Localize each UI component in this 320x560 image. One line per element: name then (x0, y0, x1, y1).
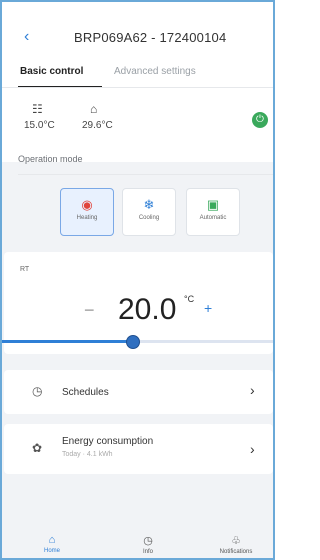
operation-mode-label: Operation mode (18, 154, 83, 164)
nav-info-label: Info (142, 549, 153, 555)
snowflake-icon: ❄ (143, 197, 155, 212)
tab-advanced-settings[interactable]: Advanced settings (114, 66, 196, 77)
home-icon: ⌂ (48, 534, 56, 546)
schedules-label: Schedules (62, 387, 109, 398)
house-icon: ⌂ (90, 102, 98, 116)
energy-consumption-label: Energy consumption (62, 436, 154, 447)
room-temperature-label: RT (20, 266, 30, 273)
bottom-navigation: ⌂ Home ◷ Info ♧ Notifications (2, 530, 273, 558)
mode-automatic-button[interactable]: ▣ Automatic (186, 188, 240, 236)
auto-mode-icon: ▣ (206, 197, 220, 212)
leaf-icon: ✿ (32, 441, 43, 455)
nav-home-label: Home (43, 548, 60, 554)
outdoor-temperature-value: 29.6°C (82, 120, 113, 131)
operation-mode-divider (18, 174, 273, 175)
schedules-row[interactable] (4, 370, 273, 414)
mode-automatic-label: Automatic (199, 215, 227, 221)
clock-icon: ◷ (32, 384, 43, 398)
power-icon: ⏻ (256, 114, 264, 125)
radiator-icon: ☷ (32, 102, 43, 116)
tab-divider (2, 87, 273, 88)
bell-icon: ♧ (231, 535, 241, 547)
app-window: ‹ BRP069A62 - 172400104 Basic control Ad… (0, 0, 275, 560)
nav-home[interactable]: ⌂ Home (22, 534, 82, 554)
nav-notifications-label: Notifications (219, 549, 253, 555)
increase-temperature-button[interactable]: + (204, 300, 212, 316)
back-chevron-icon[interactable]: ‹ (24, 28, 29, 46)
energy-consumption-sublabel: Today · 4.1 kWh (62, 451, 113, 458)
indoor-temperature-value: 15.0°C (24, 120, 55, 131)
indoor-temperature: ☷ 15.0°C (24, 102, 74, 131)
schedules-chevron-icon[interactable]: › (250, 382, 255, 398)
tab-bar: Basic control Advanced settings (2, 66, 273, 88)
top-panel: ‹ BRP069A62 - 172400104 Basic control Ad… (2, 2, 273, 162)
info-clock-icon: ◷ (143, 535, 153, 547)
setpoint-value: 20.0 (118, 293, 177, 326)
power-button[interactable]: ⏻ (252, 112, 268, 128)
mode-heating-button[interactable]: ◉ Heating (60, 188, 114, 236)
temperature-slider-fill (2, 340, 132, 343)
outdoor-temperature: ⌂ 29.6°C (82, 102, 132, 131)
nav-info[interactable]: ◷ Info (118, 534, 178, 555)
energy-consumption-row[interactable] (4, 424, 273, 474)
mode-heating-label: Heating (76, 215, 98, 221)
decrease-temperature-button[interactable]: − (84, 300, 95, 321)
temperature-slider-thumb[interactable] (126, 335, 140, 349)
heating-icon: ◉ (81, 197, 93, 212)
nav-notifications[interactable]: ♧ Notifications (206, 534, 266, 555)
page-title: BRP069A62 - 172400104 (74, 30, 227, 45)
mode-cooling-label: Cooling (138, 215, 160, 221)
setpoint-unit: °C (184, 294, 195, 304)
tab-basic-control[interactable]: Basic control (20, 66, 83, 77)
energy-consumption-chevron-icon[interactable]: › (250, 441, 255, 457)
mode-cooling-button[interactable]: ❄ Cooling (122, 188, 176, 236)
